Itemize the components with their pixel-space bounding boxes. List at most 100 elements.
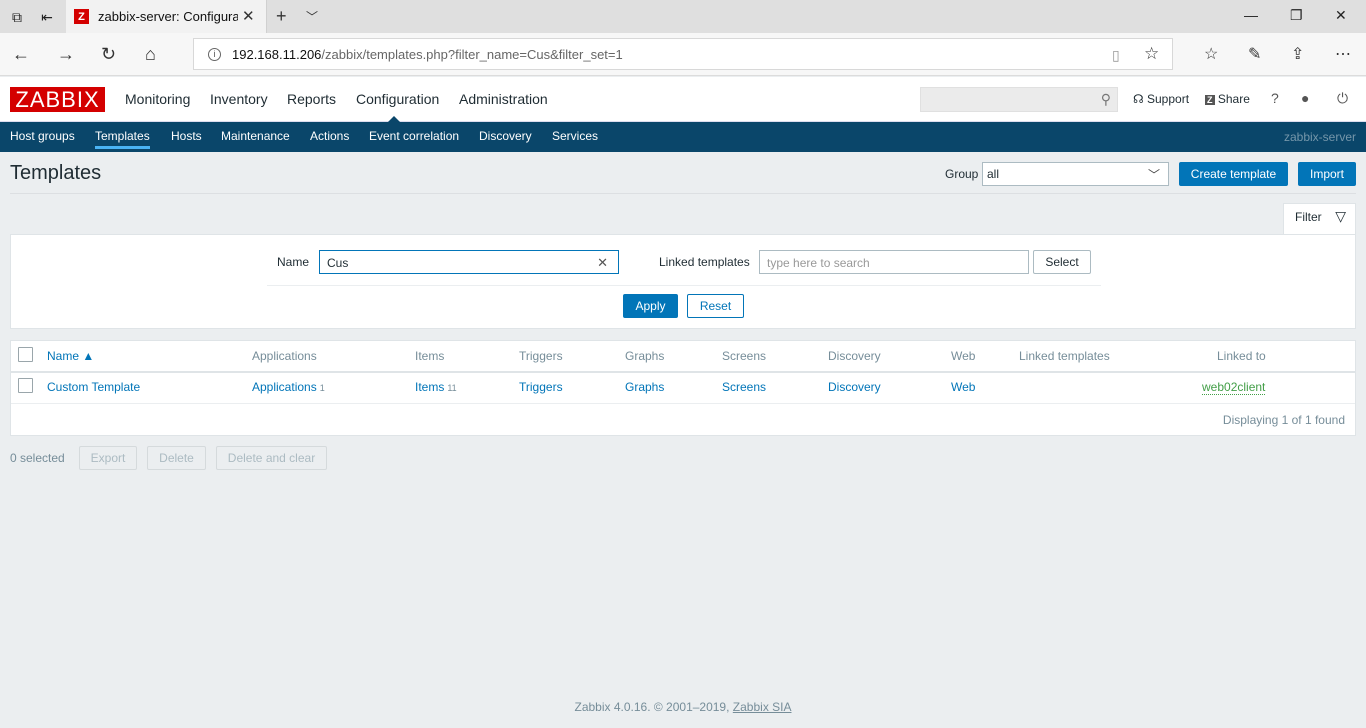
column-linked-to: Linked to	[1217, 349, 1266, 363]
submenu-templates[interactable]: Templates	[95, 129, 150, 149]
menu-configuration[interactable]: Configuration	[356, 91, 439, 107]
clear-input-icon[interactable]: ✕	[597, 255, 608, 271]
column-triggers: Triggers	[519, 349, 563, 363]
window-close-icon[interactable]: ✕	[1335, 7, 1347, 24]
share-icon[interactable]: ⇪	[1291, 44, 1304, 64]
export-button[interactable]: Export	[79, 446, 137, 470]
column-graphs: Graphs	[625, 349, 665, 363]
headset-icon: ☊	[1133, 92, 1147, 106]
back-icon[interactable]: ←	[12, 44, 30, 64]
filter-tab[interactable]: Filter ▽	[1283, 203, 1356, 234]
minimize-icon[interactable]: —	[1244, 7, 1258, 23]
sign-out-icon[interactable]: ⏻	[1337, 90, 1348, 107]
template-name-link[interactable]: Custom Template	[47, 380, 140, 394]
zabbix-logo[interactable]: ZABBIX	[10, 87, 105, 112]
chevron-down-icon: ﹀	[1147, 168, 1160, 182]
submenu-event-correlation[interactable]: Event correlation	[369, 129, 459, 143]
server-name: zabbix-server	[1283, 130, 1356, 144]
filter-panel: Name Cus ✕ Linked templates type here to…	[10, 234, 1356, 329]
column-linked-templates: Linked templates	[1019, 349, 1110, 363]
tab-list-chevron-icon[interactable]: ﹀	[306, 8, 318, 25]
submenu-maintenance[interactable]: Maintenance	[221, 129, 290, 143]
browser-tab[interactable]: Z zabbix-server: Configura ✕	[66, 0, 267, 33]
select-button[interactable]: Select	[1033, 250, 1091, 274]
user-profile-icon[interactable]: ●	[1301, 90, 1309, 106]
column-applications: Applications	[252, 349, 317, 363]
tab-actions-icon[interactable]: ⧉	[8, 8, 26, 26]
name-filter-value: Cus	[327, 256, 349, 270]
linked-templates-input[interactable]: type here to search	[759, 250, 1029, 274]
filter-tab-label: Filter	[1295, 210, 1322, 224]
menu-reports[interactable]: Reports	[287, 91, 336, 107]
column-web: Web	[951, 349, 976, 363]
submenu-discovery[interactable]: Discovery	[479, 129, 532, 143]
delete-button[interactable]: Delete	[147, 446, 206, 470]
linked-to-host-link[interactable]: web02client	[1202, 380, 1266, 395]
browser-tab-bar: ⧉ ⇤ Z zabbix-server: Configura ✕ + ﹀ — ❐…	[0, 0, 1366, 33]
site-info-icon[interactable]: i	[208, 48, 221, 61]
column-screens: Screens	[722, 349, 767, 363]
filter-funnel-icon: ▽	[1335, 208, 1346, 224]
zabbix-share-icon: Z	[1205, 95, 1215, 105]
pen-icon[interactable]: ✎	[1248, 44, 1261, 64]
menu-inventory[interactable]: Inventory	[210, 91, 268, 107]
column-name-sort[interactable]: Name ▲	[47, 349, 94, 363]
footer-copyright: Zabbix 4.0.16. © 2001–2019,	[574, 700, 730, 714]
title-divider	[10, 193, 1356, 194]
home-icon[interactable]: ⌂	[145, 44, 156, 64]
submenu-host-groups[interactable]: Host groups	[10, 129, 75, 143]
filter-divider	[267, 285, 1101, 286]
favorite-star-icon[interactable]: ☆	[1144, 44, 1159, 64]
help-icon[interactable]: ?	[1271, 90, 1279, 106]
page-footer: Zabbix 4.0.16. © 2001–2019, Zabbix SIA	[0, 700, 1366, 714]
select-all-checkbox[interactable]	[18, 347, 33, 362]
page-title: Templates	[10, 162, 102, 184]
apply-button[interactable]: Apply	[623, 294, 678, 318]
share-link[interactable]: Z Share	[1205, 92, 1250, 106]
templates-table: Name ▲ Applications Items Triggers Graph…	[10, 340, 1356, 436]
linked-templates-label: Linked templates	[659, 255, 750, 269]
graphs-link[interactable]: Graphs	[625, 380, 664, 394]
column-items: Items	[415, 349, 445, 363]
column-discovery: Discovery	[828, 349, 881, 363]
menu-administration[interactable]: Administration	[459, 91, 548, 107]
delete-and-clear-button[interactable]: Delete and clear	[216, 446, 327, 470]
url-field[interactable]: i 192.168.11.206/zabbix/templates.php?fi…	[193, 38, 1173, 70]
group-select-value: all	[987, 167, 1000, 181]
items-link[interactable]: Items 11	[415, 380, 457, 394]
restore-icon[interactable]: ❐	[1290, 7, 1303, 24]
reset-button[interactable]: Reset	[687, 294, 744, 318]
submenu-services[interactable]: Services	[552, 129, 598, 143]
refresh-icon[interactable]: ↻	[101, 44, 116, 64]
submenu-hosts[interactable]: Hosts	[171, 129, 202, 143]
group-label: Group	[945, 167, 979, 181]
discovery-link[interactable]: Discovery	[828, 380, 881, 394]
set-aside-tabs-icon[interactable]: ⇤	[38, 8, 56, 26]
create-template-button[interactable]: Create template	[1179, 162, 1288, 186]
applications-link[interactable]: Applications 1	[252, 380, 325, 394]
support-link[interactable]: ☊ Support	[1133, 92, 1189, 106]
forward-icon[interactable]: →	[57, 44, 75, 64]
triggers-link[interactable]: Triggers	[519, 380, 563, 394]
row-divider	[11, 403, 1355, 404]
menu-monitoring[interactable]: Monitoring	[125, 91, 190, 107]
selected-count: 0 selected	[10, 451, 65, 465]
global-search-input[interactable]: ⚲	[920, 87, 1118, 112]
name-filter-input[interactable]: Cus ✕	[319, 250, 619, 274]
favorites-list-icon[interactable]: ☆	[1204, 44, 1218, 64]
reading-view-icon[interactable]: ▯	[1112, 47, 1120, 64]
import-button[interactable]: Import	[1298, 162, 1356, 186]
zabbix-sia-link[interactable]: Zabbix SIA	[733, 700, 792, 714]
close-tab-icon[interactable]: ✕	[242, 7, 255, 25]
zabbix-header: ZABBIX Monitoring Inventory Reports Conf…	[0, 77, 1366, 123]
more-icon[interactable]: ⋯	[1335, 44, 1351, 64]
web-link[interactable]: Web	[951, 380, 975, 394]
search-icon[interactable]: ⚲	[1101, 91, 1111, 108]
screens-link[interactable]: Screens	[722, 380, 766, 394]
zabbix-favicon-icon: Z	[74, 9, 89, 24]
group-select[interactable]: all ﹀	[982, 162, 1169, 186]
row-checkbox[interactable]	[18, 378, 33, 393]
name-filter-label: Name	[277, 255, 310, 269]
new-tab-icon[interactable]: +	[276, 6, 287, 27]
submenu-actions[interactable]: Actions	[310, 129, 349, 143]
